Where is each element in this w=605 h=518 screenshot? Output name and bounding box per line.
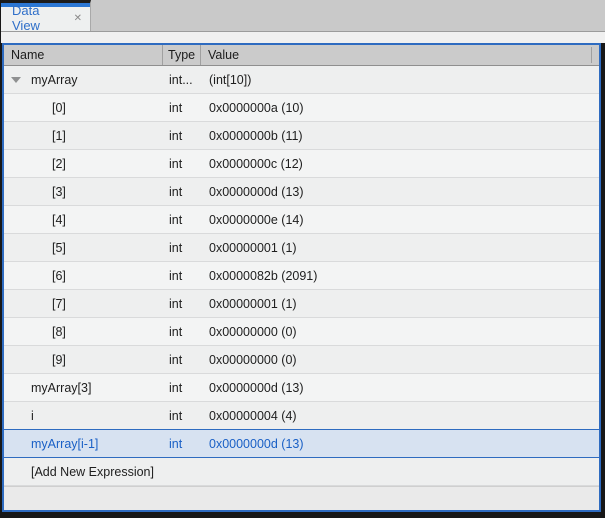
table-row[interactable]: myArrayint...(int[10])	[4, 66, 599, 94]
table-row[interactable]: [0] int0x0000000a (10)	[4, 94, 599, 122]
table-row[interactable]: [1] int0x0000000b (11)	[4, 122, 599, 150]
bottom-edge	[0, 512, 605, 518]
table-header: Name Type Value	[4, 45, 599, 66]
row-name-label: [5]	[4, 241, 66, 255]
row-name-label: [0]	[4, 101, 66, 115]
row-type-label: int	[163, 409, 201, 423]
cell-name: [3]	[4, 185, 163, 199]
row-type-label: int	[163, 101, 201, 115]
cell-name: [7]	[4, 297, 163, 311]
column-header-name[interactable]: Name	[4, 45, 162, 65]
table-row[interactable]: myArray[3] int0x0000000d (13)	[4, 374, 599, 402]
row-name-label: [8]	[4, 325, 66, 339]
row-value-label: (int[10])	[201, 73, 599, 87]
row-name-label: [6]	[4, 269, 66, 283]
row-value-label: 0x0000000c (12)	[201, 157, 599, 171]
cell-name: [2]	[4, 157, 163, 171]
cell-name: [9]	[4, 353, 163, 367]
cell-name: myArray[i-1]	[4, 437, 163, 451]
row-value-label: 0x0000000b (11)	[201, 129, 599, 143]
close-icon[interactable]: ✕	[74, 13, 82, 24]
cell-name: [Add New Expression]	[4, 465, 163, 479]
table-row[interactable]: [8] int0x00000000 (0)	[4, 318, 599, 346]
cell-name: [0]	[4, 101, 163, 115]
row-value-label: 0x0000000d (13)	[201, 437, 599, 451]
right-edge	[601, 43, 605, 518]
cell-name: myArray	[4, 73, 163, 87]
tab-title: Data View	[12, 3, 66, 33]
row-type-label: int...	[163, 73, 201, 87]
expander-chevron-down-icon[interactable]	[11, 77, 21, 83]
row-value-label: 0x0000000e (14)	[201, 213, 599, 227]
row-type-label: int	[163, 297, 201, 311]
table-row[interactable]: [4] int0x0000000e (14)	[4, 206, 599, 234]
row-value-label: 0x00000000 (0)	[201, 353, 599, 367]
cell-name: [5]	[4, 241, 163, 255]
row-type-label: int	[163, 241, 201, 255]
table-row[interactable]: [9] int0x00000000 (0)	[4, 346, 599, 374]
row-type-label: int	[163, 353, 201, 367]
row-value-label: 0x00000001 (1)	[201, 297, 599, 311]
column-header-type[interactable]: Type	[162, 45, 200, 65]
row-name-label: [2]	[4, 157, 66, 171]
table-row[interactable]: [7] int0x00000001 (1)	[4, 290, 599, 318]
table-row[interactable]: [6] int0x0000082b (2091)	[4, 262, 599, 290]
row-value-label: 0x0000000d (13)	[201, 381, 599, 395]
table-row[interactable]: [2] int0x0000000c (12)	[4, 150, 599, 178]
table-row[interactable]: myArray[i-1] int0x0000000d (13)	[4, 429, 599, 458]
tab-strip: Data View ✕	[1, 0, 605, 31]
row-type-label: int	[163, 325, 201, 339]
row-name-label: [9]	[4, 353, 66, 367]
row-name-label: [3]	[4, 185, 66, 199]
cell-name: myArray[3]	[4, 381, 163, 395]
screen-background: Data View ✕ Name Type Value myArrayint..…	[0, 0, 605, 518]
table-row[interactable]: [5] int0x00000001 (1)	[4, 234, 599, 262]
toolbar-strip	[1, 31, 605, 43]
row-type-label: int	[163, 157, 201, 171]
row-type-label: int	[163, 185, 201, 199]
row-value-label: 0x0000000d (13)	[201, 185, 599, 199]
cell-name: [1]	[4, 129, 163, 143]
row-name-label: [Add New Expression]	[4, 465, 154, 479]
row-type-label: int	[163, 437, 201, 451]
column-header-value[interactable]: Value	[200, 45, 599, 65]
tab-data-view[interactable]: Data View ✕	[1, 0, 91, 31]
row-value-label: 0x00000001 (1)	[201, 241, 599, 255]
cell-name: [6]	[4, 269, 163, 283]
row-type-label: int	[163, 129, 201, 143]
row-name-label: i	[4, 409, 34, 423]
row-name-label: [1]	[4, 129, 66, 143]
row-name-label: myArray[i-1]	[4, 437, 98, 451]
table-row[interactable]: i int0x00000004 (4)	[4, 402, 599, 430]
cell-name: [4]	[4, 213, 163, 227]
row-type-label: int	[163, 381, 201, 395]
row-type-label: int	[163, 269, 201, 283]
cell-name: i	[4, 409, 163, 423]
row-value-label: 0x00000000 (0)	[201, 325, 599, 339]
table-body: myArrayint...(int[10])[0]int0x0000000a (…	[4, 66, 599, 486]
table-empty-area	[4, 486, 599, 510]
table-row[interactable]: [3] int0x0000000d (13)	[4, 178, 599, 206]
row-type-label: int	[163, 213, 201, 227]
row-value-label: 0x0000000a (10)	[201, 101, 599, 115]
add-new-expression-row[interactable]: [Add New Expression]	[4, 458, 599, 486]
data-view-panel: Name Type Value myArrayint...(int[10])[0…	[2, 43, 601, 512]
row-name-label: [7]	[4, 297, 66, 311]
cell-name: [8]	[4, 325, 163, 339]
row-value-label: 0x00000004 (4)	[201, 409, 599, 423]
row-value-label: 0x0000082b (2091)	[201, 269, 599, 283]
row-name-label: [4]	[4, 213, 66, 227]
row-name-label: myArray[3]	[4, 381, 91, 395]
